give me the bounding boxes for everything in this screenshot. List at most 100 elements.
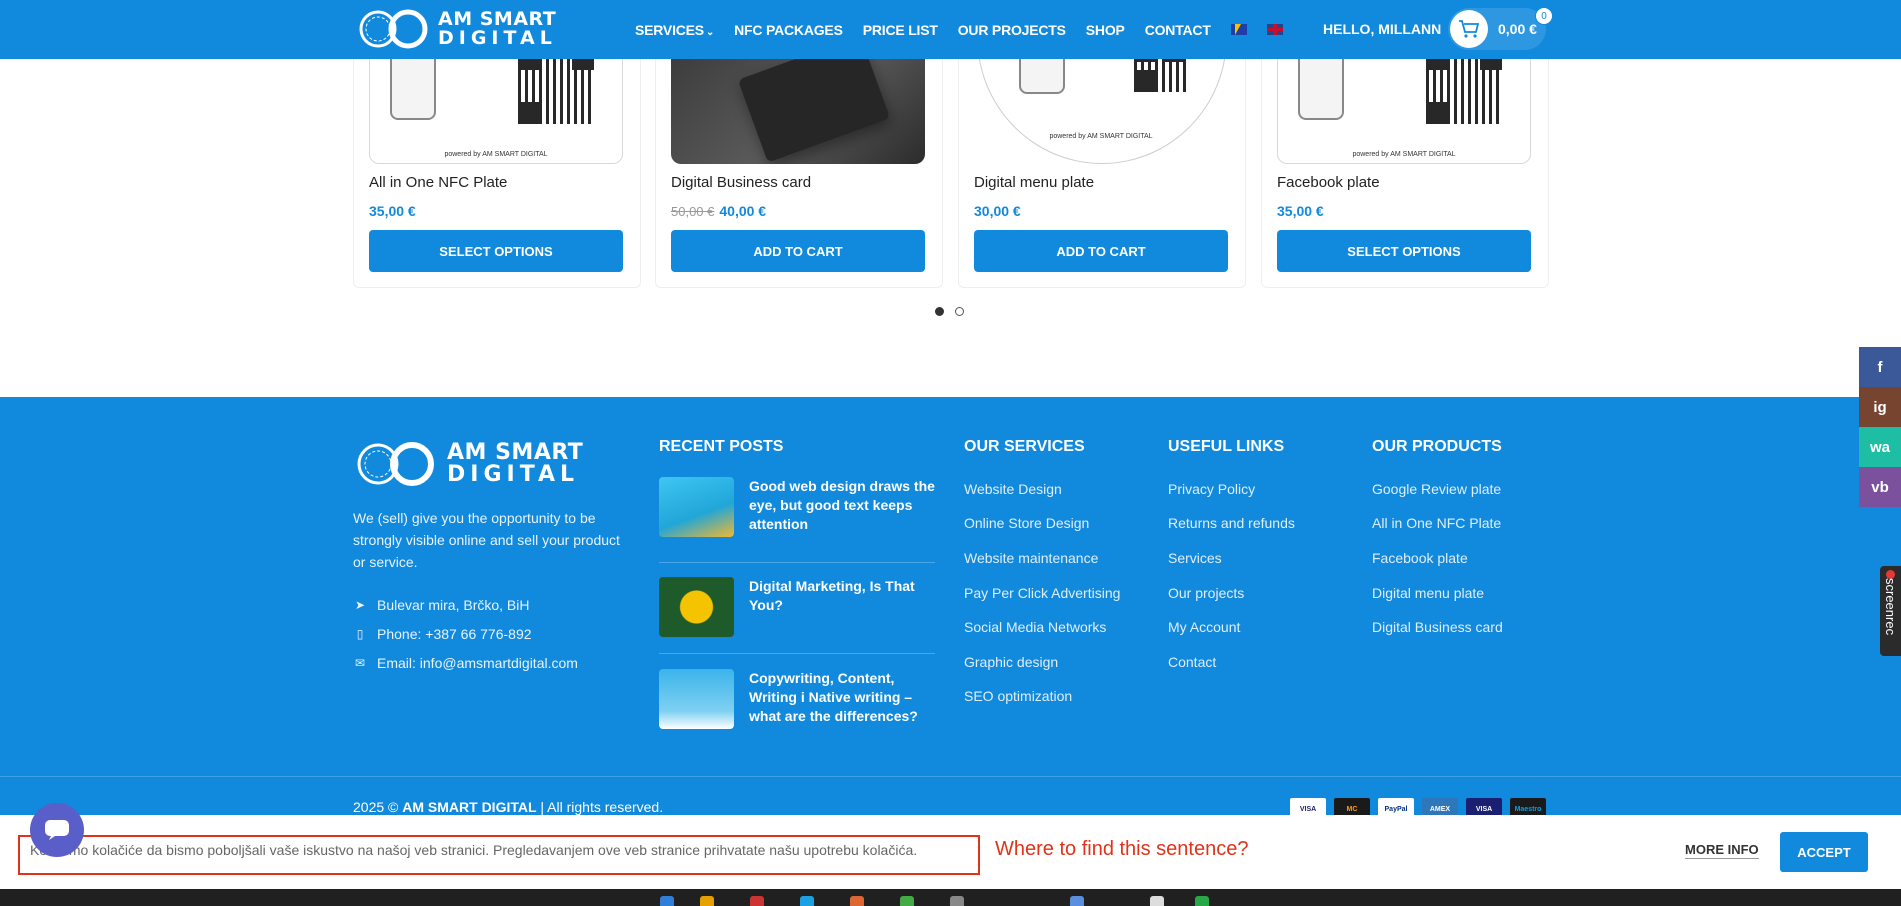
screenrec-widget[interactable]: screenrec	[1880, 566, 1901, 656]
product-name[interactable]: Digital menu plate	[974, 174, 1094, 191]
footer-link[interactable]: Facebook plate	[1372, 550, 1468, 566]
taskbar-app-icon[interactable]	[900, 896, 914, 906]
footer-link[interactable]: Graphic design	[964, 654, 1058, 670]
nav-contact[interactable]: CONTACT	[1145, 22, 1211, 38]
add-to-cart-button[interactable]: ADD TO CART	[671, 230, 925, 272]
bosnian-flag-icon[interactable]	[1230, 24, 1247, 35]
price-current: 30,00 €	[974, 203, 1021, 219]
footer-link[interactable]: Privacy Policy	[1168, 481, 1255, 497]
taskbar-app-icon[interactable]	[800, 896, 814, 906]
select-options-button[interactable]: SELECT OPTIONS	[1277, 230, 1531, 272]
email-text[interactable]: Email: info@amsmartdigital.com	[377, 655, 578, 671]
english-flag-icon[interactable]	[1266, 24, 1283, 35]
footer-link[interactable]: Pay Per Click Advertising	[964, 585, 1120, 601]
product-price: 30,00 €	[974, 203, 1021, 219]
nav-services[interactable]: SERVICES ⌄	[635, 22, 714, 38]
footer-link[interactable]: Social Media Networks	[964, 619, 1106, 635]
product-name[interactable]: Digital Business card	[671, 174, 811, 191]
recent-post[interactable]: Copywriting, Content, Writing i Native w…	[659, 669, 935, 731]
footer-link[interactable]: Digital menu plate	[1372, 585, 1484, 601]
product-name[interactable]: Facebook plate	[1277, 174, 1380, 191]
product-carousel: powered by AM SMART DIGITAL All in One N…	[353, 40, 1549, 288]
cart-count-badge: 0	[1535, 7, 1553, 25]
copyright-suffix: | All rights reserved.	[540, 799, 664, 815]
price-current: 35,00 €	[1277, 203, 1324, 219]
post-title[interactable]: Copywriting, Content, Writing i Native w…	[749, 669, 935, 726]
taskbar-app-icon[interactable]	[700, 896, 714, 906]
phone-icon	[1298, 50, 1344, 120]
footer-link[interactable]: Contact	[1168, 654, 1216, 670]
add-to-cart-button[interactable]: ADD TO CART	[974, 230, 1228, 272]
viber-icon[interactable]: vb	[1859, 467, 1901, 507]
annotation-text: Where to find this sentence?	[995, 838, 1249, 860]
cart-total: 0,00 €	[1498, 21, 1537, 37]
taskbar-app-icon[interactable]	[850, 896, 864, 906]
copyright-brand[interactable]: AM SMART DIGITAL	[402, 799, 536, 815]
location-arrow-icon: ➤	[354, 598, 366, 612]
nav-shop[interactable]: SHOP	[1086, 22, 1125, 38]
footer-link[interactable]: Digital Business card	[1372, 619, 1503, 635]
footer-link[interactable]: All in One NFC Plate	[1372, 515, 1501, 531]
qr-code-icon	[518, 48, 594, 124]
more-info-link[interactable]: MORE INFO	[1685, 842, 1759, 859]
footer-logo[interactable]: AM SMART DIGITAL	[353, 438, 583, 490]
cart-button[interactable]: 0,00 €	[1448, 8, 1546, 50]
recent-post[interactable]: Digital Marketing, Is That You?	[659, 577, 935, 637]
taskbar-app-icon[interactable]	[660, 896, 674, 906]
select-options-button[interactable]: SELECT OPTIONS	[369, 230, 623, 272]
footer-link[interactable]: Services	[1168, 550, 1222, 566]
nav-our-projects[interactable]: OUR PROJECTS	[958, 22, 1066, 38]
post-thumbnail[interactable]	[659, 577, 734, 637]
footer-about: We (sell) give you the opportunity to be…	[353, 510, 620, 570]
account-greeting[interactable]: HELLO, MILLANN	[1323, 21, 1441, 37]
price-current: 35,00 €	[369, 203, 416, 219]
copyright-prefix: 2025 ©	[353, 799, 399, 815]
instagram-icon[interactable]: ig	[1859, 387, 1901, 427]
taskbar-app-icon[interactable]	[1150, 896, 1164, 906]
footer-link[interactable]: Website Design	[964, 481, 1062, 497]
facebook-icon[interactable]: f	[1859, 347, 1901, 387]
footer-link[interactable]: SEO optimization	[964, 688, 1072, 704]
main-nav: SERVICES ⌄ NFC PACKAGES PRICE LIST OUR PR…	[635, 0, 1303, 59]
carousel-dot[interactable]	[955, 307, 964, 316]
post-title[interactable]: Digital Marketing, Is That You?	[749, 577, 935, 615]
taskbar-app-icon[interactable]	[750, 896, 764, 906]
footer-logo-line1: AM SMART	[447, 440, 584, 465]
screenrec-label: screenrec	[1883, 578, 1898, 636]
footer-link[interactable]: My Account	[1168, 619, 1240, 635]
chat-bubble-icon[interactable]	[30, 803, 84, 857]
product-price: 35,00 €	[1277, 203, 1324, 219]
logo-mark-icon	[359, 9, 428, 49]
address-text: Bulevar mira, Brčko, BiH	[377, 597, 530, 613]
copyright: 2025 © AM SMART DIGITAL | All rights res…	[353, 799, 663, 815]
accept-button[interactable]: ACCEPT	[1780, 832, 1868, 872]
taskbar-app-icon[interactable]	[1070, 896, 1084, 906]
footer-link[interactable]: Our projects	[1168, 585, 1244, 601]
footer-link[interactable]: Online Store Design	[964, 515, 1089, 531]
product-card: powered by AM SMART DIGITAL All in One N…	[353, 40, 641, 288]
recent-post[interactable]: Good web design draws the eye, but good …	[659, 477, 935, 541]
nav-price-list[interactable]: PRICE LIST	[863, 22, 938, 38]
taskbar-app-icon[interactable]	[1195, 896, 1209, 906]
powered-by-text: powered by AM SMART DIGITAL	[1049, 133, 1153, 140]
post-title[interactable]: Good web design draws the eye, but good …	[749, 477, 935, 534]
footer-link[interactable]: Website maintenance	[964, 550, 1098, 566]
footer-link[interactable]: Google Review plate	[1372, 481, 1501, 497]
product-card: powered by AM SMART DIGITAL Digital menu…	[958, 40, 1246, 288]
powered-by-text: powered by AM SMART DIGITAL	[444, 151, 548, 158]
os-taskbar	[0, 889, 1901, 906]
post-thumbnail[interactable]	[659, 669, 734, 729]
taskbar-app-icon[interactable]	[950, 896, 964, 906]
post-thumbnail[interactable]	[659, 477, 734, 537]
carousel-dot[interactable]	[935, 307, 944, 316]
product-name[interactable]: All in One NFC Plate	[369, 174, 507, 191]
our-products-title: OUR PRODUCTS	[1372, 438, 1502, 455]
product-card: Digital Business card 50,00 € 40,00 € ADD…	[655, 40, 943, 288]
whatsapp-icon[interactable]: wa	[1859, 427, 1901, 467]
footer-link[interactable]: Returns and refunds	[1168, 515, 1295, 531]
product-price: 35,00 €	[369, 203, 416, 219]
divider	[659, 653, 935, 654]
nav-nfc-packages[interactable]: NFC PACKAGES	[734, 22, 843, 38]
site-logo[interactable]: AM SMART DIGITAL	[356, 6, 557, 52]
site-footer: AM SMART DIGITAL We (sell) give you the …	[0, 397, 1901, 817]
